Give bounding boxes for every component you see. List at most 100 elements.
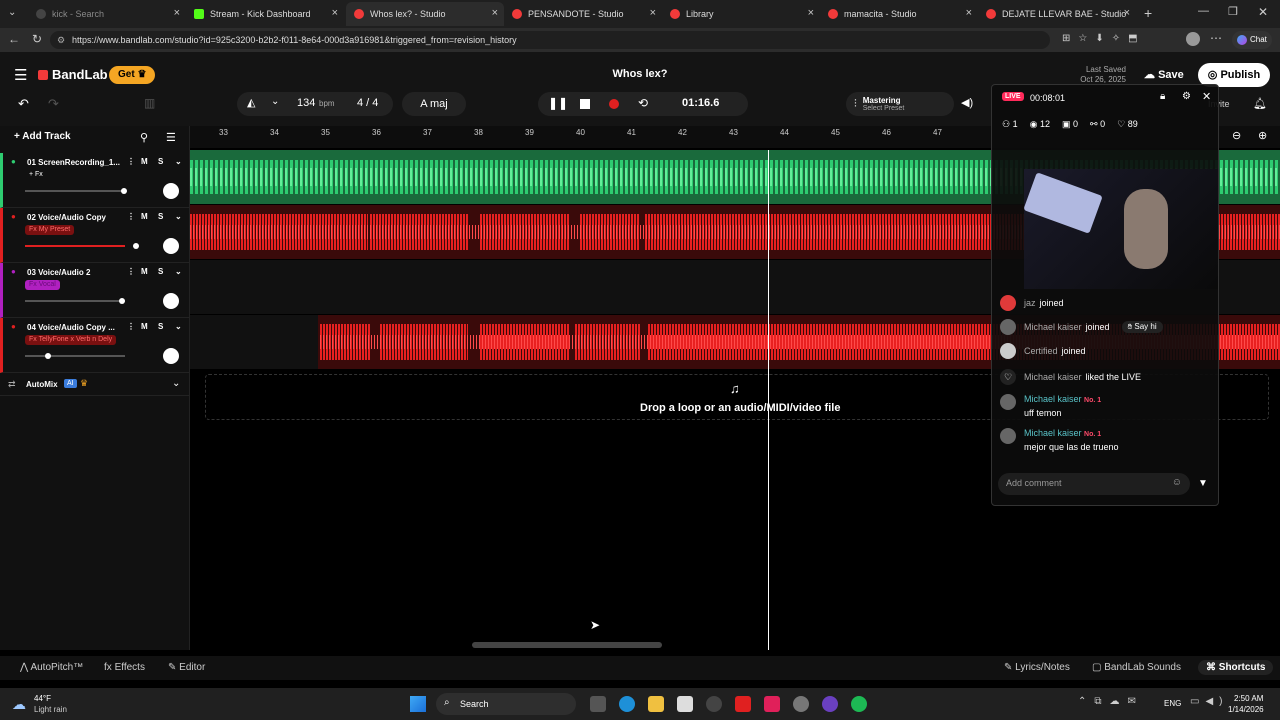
- tempo-value[interactable]: 134: [297, 97, 315, 109]
- time-signature[interactable]: 4 / 4: [357, 97, 378, 109]
- horizontal-scrollbar[interactable]: [472, 642, 662, 648]
- more-icon[interactable]: ⋮: [127, 322, 135, 331]
- menu-icon[interactable]: ☰: [14, 66, 27, 84]
- close-icon[interactable]: ×: [174, 7, 180, 19]
- track-name[interactable]: 01 ScreenRecording_1...: [27, 158, 120, 167]
- language-indicator[interactable]: ENG: [1164, 699, 1181, 708]
- close-icon[interactable]: ✕: [1202, 90, 1211, 103]
- mute-button[interactable]: M: [141, 322, 148, 331]
- url-input[interactable]: ⚙ https://www.bandlab.com/studio?id=925c…: [50, 31, 1050, 49]
- tab-whos-lex[interactable]: Whos lex? - Studio ×: [346, 2, 504, 26]
- zoom-out-icon[interactable]: ⊖: [1232, 129, 1241, 142]
- metronome-icon[interactable]: ◭: [247, 96, 255, 109]
- solo-button[interactable]: S: [158, 212, 163, 221]
- more-icon[interactable]: ⋮: [127, 267, 135, 276]
- restore-icon[interactable]: ❐: [1228, 5, 1238, 18]
- settings-icon[interactable]: [793, 696, 809, 712]
- settings-icon[interactable]: ⚙: [1182, 91, 1191, 102]
- loop-button[interactable]: ⟲: [638, 96, 648, 110]
- fx-button[interactable]: Fx TellyFone x Verb n Dely: [25, 335, 117, 345]
- say-hi-button[interactable]: ✋︎ Say hi: [1121, 321, 1163, 333]
- track-name[interactable]: 02 Voice/Audio Copy: [27, 213, 106, 222]
- pan-knob[interactable]: [163, 348, 179, 364]
- app-icon[interactable]: [706, 696, 722, 712]
- task-view-icon[interactable]: [590, 696, 606, 712]
- weather-icon[interactable]: ☁: [12, 696, 26, 713]
- tiktok-icon[interactable]: [764, 696, 780, 712]
- start-icon[interactable]: [410, 696, 426, 712]
- track-name[interactable]: 03 Voice/Audio 2: [27, 268, 90, 277]
- obs-icon[interactable]: [822, 696, 838, 712]
- get-membership-button[interactable]: Get ♛: [109, 66, 156, 84]
- key-control[interactable]: A maj: [402, 92, 466, 116]
- lyrics-notes-button[interactable]: ✎ Lyrics/Notes: [1004, 662, 1070, 673]
- volume-slider-handle[interactable]: [119, 298, 125, 304]
- volume-icon[interactable]: ◀): [961, 96, 973, 109]
- store-icon[interactable]: [677, 696, 693, 712]
- chevron-down-icon[interactable]: ⌄: [172, 378, 180, 389]
- pan-knob[interactable]: [163, 183, 179, 199]
- mixer-icon[interactable]: ☰: [166, 131, 176, 144]
- notification-icon[interactable]: 🔔︎: [1253, 97, 1267, 110]
- mute-button[interactable]: M: [141, 157, 148, 166]
- back-icon[interactable]: ←: [8, 32, 20, 46]
- close-icon[interactable]: ×: [332, 7, 338, 19]
- close-icon[interactable]: ×: [650, 7, 656, 19]
- fx-button[interactable]: + Fx: [25, 170, 47, 180]
- mute-button[interactable]: M: [141, 212, 148, 221]
- tab-menu-icon[interactable]: ⌄: [8, 7, 16, 18]
- tab-kick-search[interactable]: kick - Search ×: [28, 2, 186, 26]
- profile-avatar[interactable]: [1186, 32, 1200, 46]
- track-row[interactable]: ● 03 Voice/Audio 2 ⋮ M S ⌄ Fx Vocal: [0, 263, 190, 318]
- close-icon[interactable]: ×: [808, 7, 814, 19]
- more-icon[interactable]: ⋮: [127, 157, 135, 166]
- tab-dejate-llevar[interactable]: DEJATE LLEVAR BAE - Studio ×: [978, 2, 1136, 26]
- effects-button[interactable]: fx Effects: [104, 662, 145, 673]
- volume-slider[interactable]: [25, 298, 125, 304]
- volume-slider[interactable]: [25, 353, 125, 359]
- filter-icon[interactable]: ▼: [1198, 478, 1208, 489]
- tempo-control[interactable]: ◭ ⌄ 134 bpm 4 / 4: [237, 92, 393, 116]
- close-icon[interactable]: ×: [1124, 7, 1130, 19]
- copilot-chat-button[interactable]: Chat: [1232, 31, 1272, 49]
- tab-mamacita[interactable]: mamacita - Studio ×: [820, 2, 978, 26]
- shortcuts-button[interactable]: ⌘ Shortcuts: [1198, 660, 1274, 675]
- tab-pensandote[interactable]: PENSANDOTE - Studio ×: [504, 2, 662, 26]
- chevron-down-icon[interactable]: ⌄: [175, 212, 182, 221]
- pan-knob[interactable]: [163, 293, 179, 309]
- piano-keys-icon[interactable]: ▥: [144, 96, 155, 110]
- tab-library[interactable]: Library ×: [662, 2, 820, 26]
- clock-date[interactable]: 1/14/2026: [1228, 705, 1264, 714]
- chevron-down-icon[interactable]: ⌄: [175, 322, 182, 331]
- volume-slider-handle[interactable]: [133, 243, 139, 249]
- track-row[interactable]: ● 01 ScreenRecording_1... ⋮ M S ⌄ + Fx: [0, 153, 190, 208]
- track-row[interactable]: ● 02 Voice/Audio Copy ⋮ M S ⌄ Fx My Pres…: [0, 208, 190, 263]
- tuner-icon[interactable]: ⚲: [140, 131, 148, 144]
- pause-button[interactable]: ❚❚: [548, 96, 568, 110]
- minimize-icon[interactable]: —: [1198, 5, 1209, 17]
- add-track-button[interactable]: + Add Track: [14, 131, 71, 142]
- track-name[interactable]: 04 Voice/Audio Copy ...: [27, 323, 115, 332]
- solo-button[interactable]: S: [158, 322, 163, 331]
- tray-icons[interactable]: ⌃⧉☁✉: [1078, 696, 1144, 707]
- new-tab-icon[interactable]: +: [1144, 5, 1152, 21]
- bandlab-logo[interactable]: BandLab: [38, 67, 108, 82]
- playhead[interactable]: [768, 150, 769, 650]
- fx-button[interactable]: Fx Vocal: [25, 280, 60, 290]
- stop-button[interactable]: [580, 99, 590, 109]
- volume-slider[interactable]: [25, 188, 127, 194]
- taskbar-search[interactable]: ⌕ Search: [436, 693, 576, 715]
- track-row[interactable]: ● 04 Voice/Audio Copy ... ⋮ M S ⌄ Fx Tel…: [0, 318, 190, 373]
- chevron-down-icon[interactable]: ⌄: [175, 157, 182, 166]
- solo-button[interactable]: S: [158, 157, 163, 166]
- system-tray-icons[interactable]: ▭◀): [1190, 696, 1228, 707]
- record-button[interactable]: [609, 99, 619, 109]
- volume-slider-handle[interactable]: [45, 353, 51, 359]
- youtube-icon[interactable]: [735, 696, 751, 712]
- pan-knob[interactable]: [163, 238, 179, 254]
- lock-icon[interactable]: 🔒︎: [1160, 91, 1165, 102]
- comment-input[interactable]: Add comment ☺: [998, 473, 1190, 495]
- bandlab-sounds-button[interactable]: ▢ BandLab Sounds: [1092, 662, 1181, 673]
- tab-kick-dashboard[interactable]: Stream - Kick Dashboard ×: [186, 2, 344, 26]
- editor-button[interactable]: ✎ Editor: [168, 662, 205, 673]
